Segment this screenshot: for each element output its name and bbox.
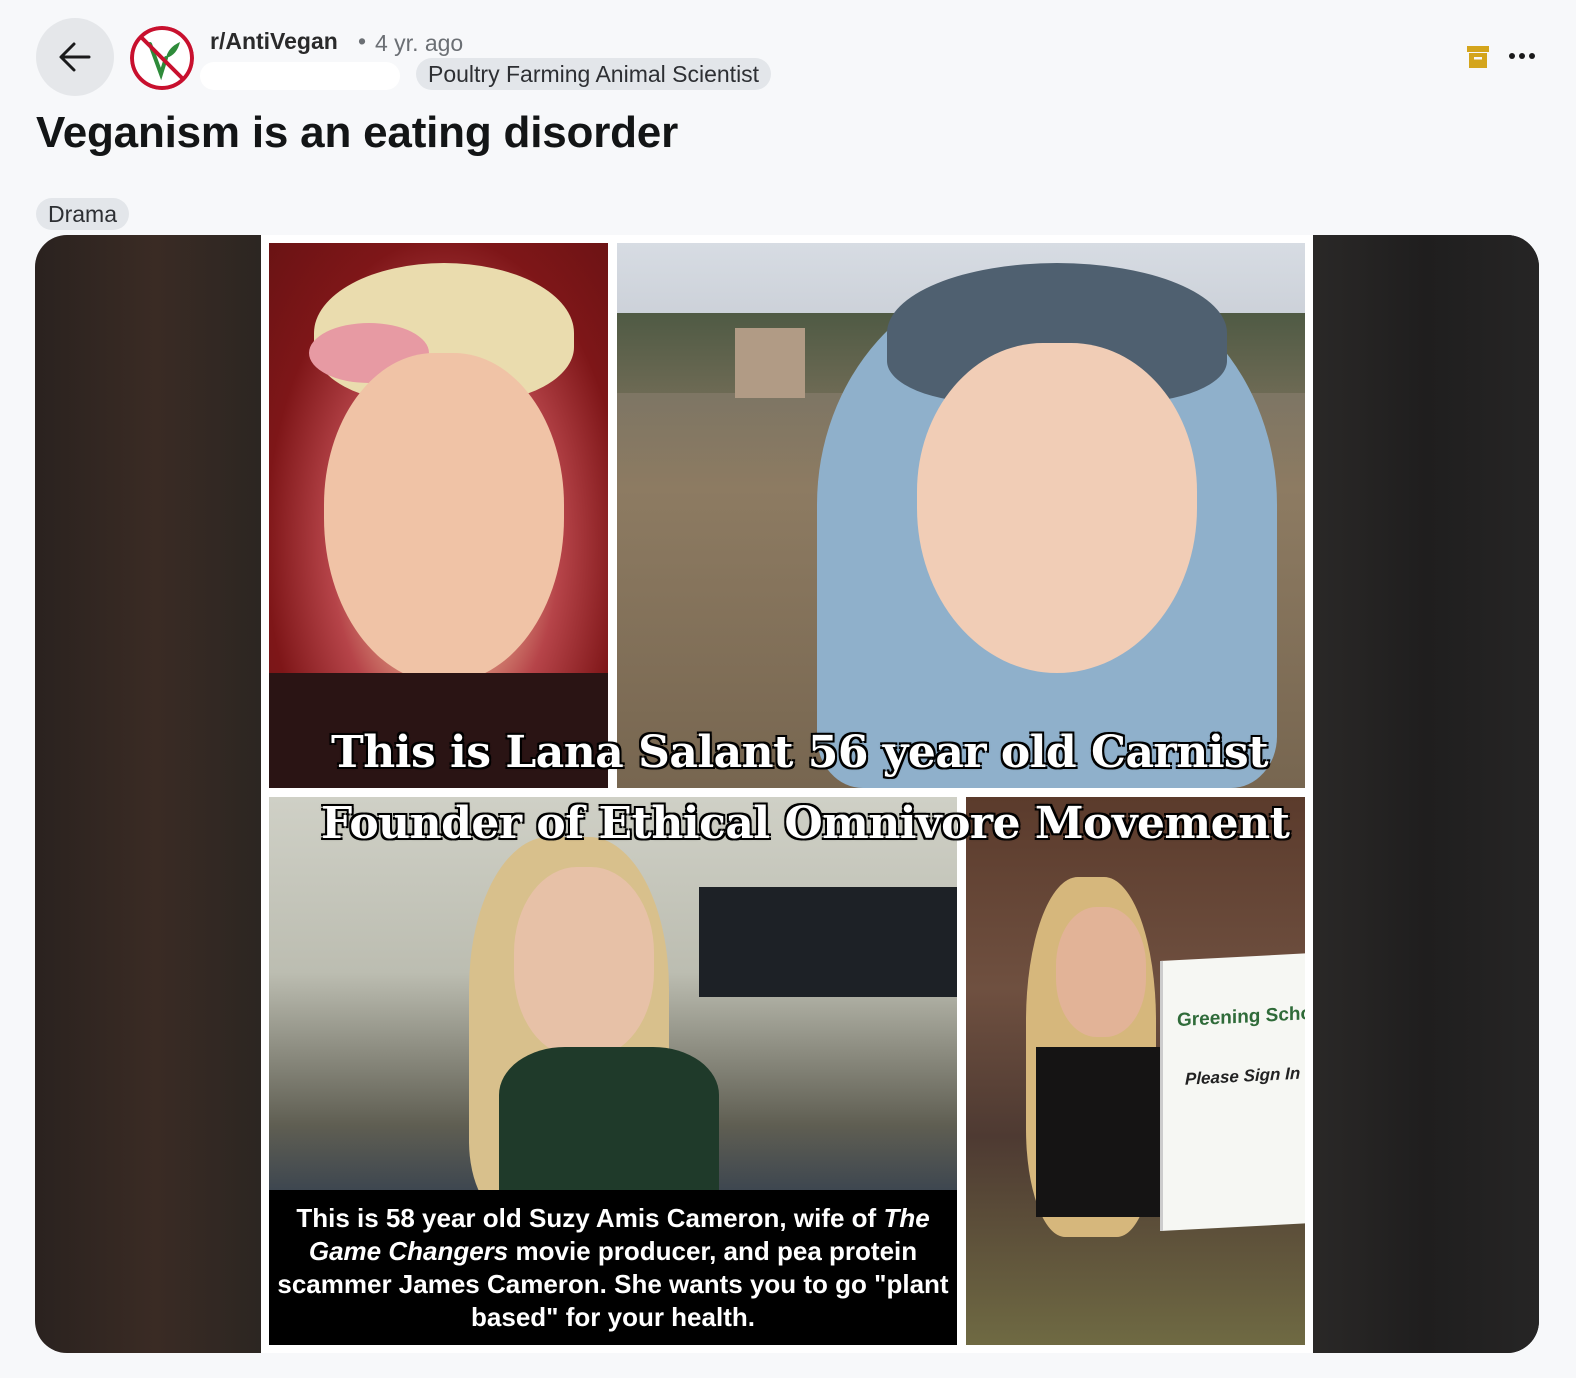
back-arrow-icon — [59, 42, 91, 72]
photo-woman-hoodie — [617, 243, 1305, 788]
caption-part1: This is 58 year old Suzy Amis Cameron, w… — [296, 1203, 884, 1233]
separator-dot: • — [358, 28, 367, 54]
photo-woman-pink-hair — [269, 243, 608, 788]
image-caption: This is 58 year old Suzy Amis Cameron, w… — [269, 1190, 957, 1345]
sign-subtitle: Please Sign In — [1185, 1063, 1301, 1089]
post-image[interactable]: Greening Schoo Please Sign In This is La… — [35, 235, 1539, 1353]
image-backdrop — [1313, 235, 1539, 1353]
back-button[interactable] — [36, 18, 114, 96]
subreddit-name[interactable]: r/AntiVegan — [210, 28, 338, 55]
subreddit-avatar[interactable] — [130, 26, 194, 90]
more-options-icon — [1509, 53, 1535, 59]
overlay-text-line1: This is Lana Salant 56 year old Carnist — [331, 727, 1269, 778]
post-timestamp: 4 yr. ago — [375, 30, 464, 56]
post-title[interactable]: Veganism is an eating disorder — [36, 108, 678, 158]
user-flair: Poultry Farming Animal Scientist — [416, 58, 772, 90]
sign-title: Greening Schoo — [1177, 1002, 1305, 1032]
archive-icon — [1467, 46, 1489, 68]
redacted-author — [200, 62, 400, 90]
post-flair[interactable]: Drama — [36, 198, 130, 230]
greening-schools-sign: Greening Schoo Please Sign In — [1160, 952, 1305, 1232]
photo-woman-event: Greening Schoo Please Sign In — [966, 797, 1305, 1345]
image-collage: Greening Schoo Please Sign In This is La… — [261, 235, 1313, 1353]
overlay-text-line2: Founder of Ethical Omnivore Movement — [321, 798, 1290, 849]
more-options-button[interactable] — [1504, 38, 1540, 74]
